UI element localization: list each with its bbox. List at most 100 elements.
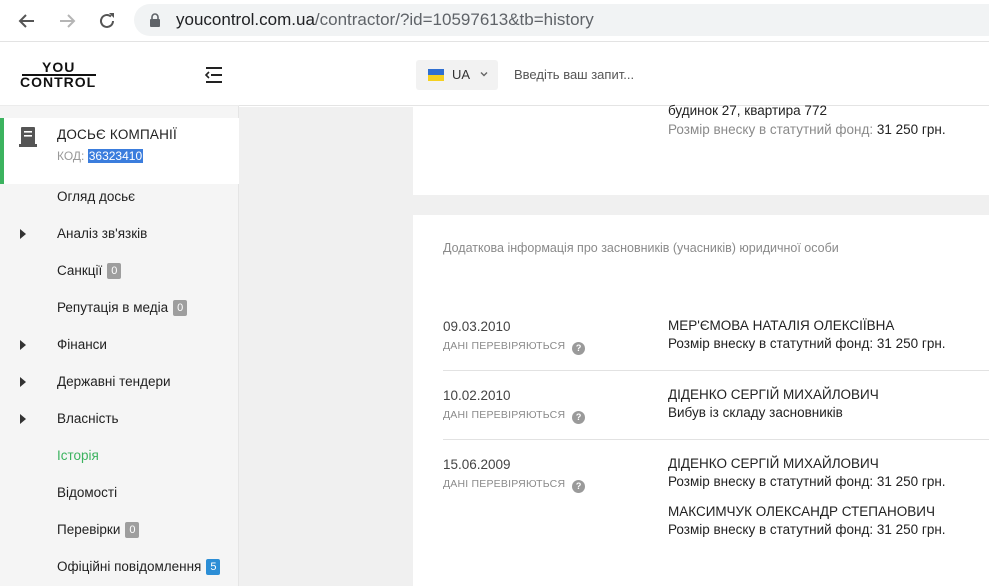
arrow-left-icon xyxy=(18,14,34,28)
sidebar-item[interactable]: Санкції 0 xyxy=(0,256,239,286)
section-title: Додаткова інформація про засновників (уч… xyxy=(443,241,839,255)
help-icon[interactable]: ? xyxy=(572,411,586,424)
verification-label: ДАНІ ПЕРЕВІРЯЮТЬСЯ xyxy=(443,340,566,352)
founders-card-previous: будинок 27, квартира 772 Розмір внеску в… xyxy=(413,103,989,195)
verification-status: ДАНІ ПЕРЕВІРЯЮТЬСЯ? xyxy=(443,340,586,355)
founders-history-card: Додаткова інформація про засновників (уч… xyxy=(413,215,989,586)
sidebar-item-label: Історія xyxy=(57,448,99,463)
founder-detail: Розмір внеску в статутний фонд: 31 250 г… xyxy=(668,522,946,537)
arrow-right-icon xyxy=(60,14,76,28)
sidebar-item-text: Перевірки xyxy=(57,522,121,537)
founder-name: МАКСИМЧУК ОЛЕКСАНДР СТЕПАНОВИЧ xyxy=(668,504,935,519)
sidebar-item[interactable]: Власність xyxy=(0,404,239,434)
sidebar-item[interactable]: Аналіз зв'язків xyxy=(0,219,239,249)
logo-bottom-text: CONTROL xyxy=(20,74,97,90)
collapse-menu-icon[interactable] xyxy=(204,66,224,84)
contribution-label: Розмір внеску в статутний фонд: xyxy=(668,122,874,137)
sidebar-item-label: Репутація в медіа 0 xyxy=(57,300,188,316)
help-icon[interactable]: ? xyxy=(572,480,586,493)
ukraine-flag-icon xyxy=(428,69,444,81)
caret-right-icon xyxy=(20,414,26,424)
sidebar-item[interactable]: Перевірки 0 xyxy=(0,515,239,545)
sidebar-item-label: Аналіз зв'язків xyxy=(57,226,147,241)
logo-top-text: YOU xyxy=(42,59,76,75)
sidebar-item-text: Державні тендери xyxy=(57,374,171,389)
sidebar-item[interactable]: Відомості xyxy=(0,478,239,508)
history-date: 10.02.2010 xyxy=(443,388,511,403)
address-tail: будинок 27, квартира 772 xyxy=(668,103,827,118)
sidebar-item[interactable]: Історія xyxy=(0,441,239,471)
company-dossier-title: ДОСЬЄ КОМПАНІЇ xyxy=(57,127,177,142)
logo-area: YOU CONTROL xyxy=(0,42,239,106)
company-dossier-header[interactable]: ДОСЬЄ КОМПАНІЇ КОД: 36323410 xyxy=(0,118,239,184)
sidebar-item-label: Санкції 0 xyxy=(57,263,122,279)
verification-status: ДАНІ ПЕРЕВІРЯЮТЬСЯ? xyxy=(443,409,586,424)
help-icon[interactable]: ? xyxy=(572,342,586,355)
caret-right-icon xyxy=(20,340,26,350)
count-badge: 0 xyxy=(173,300,188,316)
verification-status: ДАНІ ПЕРЕВІРЯЮТЬСЯ? xyxy=(443,478,586,493)
top-header: UA Введіть ваш запит... xyxy=(239,42,989,106)
founder-name: ДІДЕНКО СЕРГІЙ МИХАЙЛОВИЧ xyxy=(668,456,879,471)
verification-label: ДАНІ ПЕРЕВІРЯЮТЬСЯ xyxy=(443,409,566,421)
row-divider xyxy=(443,439,989,440)
sidebar-item-text: Фінанси xyxy=(57,337,107,352)
url-path: /contractor/?id=10597613&tb=history xyxy=(314,10,594,29)
sidebar-item[interactable]: Офіційні повідомлення 5 xyxy=(0,552,239,582)
sidebar-item[interactable]: Державні тендери xyxy=(0,367,239,397)
history-date: 15.06.2009 xyxy=(443,457,511,472)
sidebar-item-text: Відомості xyxy=(57,485,118,500)
lock-icon xyxy=(150,13,160,27)
count-badge: 0 xyxy=(125,522,140,538)
company-code-label: КОД: xyxy=(57,149,85,163)
url-text: youcontrol.com.ua/contractor/?id=1059761… xyxy=(176,10,594,30)
sidebar-item-label: Відомості xyxy=(57,485,117,500)
founder-detail: Розмір внеску в статутний фонд: 31 250 г… xyxy=(668,474,946,489)
founder-detail: Вибув із складу засновників xyxy=(668,405,843,420)
reload-button[interactable] xyxy=(93,7,121,35)
reload-icon xyxy=(100,13,114,28)
caret-right-icon xyxy=(20,377,26,387)
founder-name: ДІДЕНКО СЕРГІЙ МИХАЙЛОВИЧ xyxy=(668,387,879,402)
address-bar[interactable]: youcontrol.com.ua/contractor/?id=1059761… xyxy=(134,4,989,36)
sidebar: YOU CONTROL ДОСЬЄ КОМПАНІЇ КОД: 36323410… xyxy=(0,42,239,586)
contribution-line: Розмір внеску в статутний фонд: 31 250 г… xyxy=(668,122,946,137)
sidebar-item-label: Власність xyxy=(57,411,119,426)
count-badge: 0 xyxy=(107,263,122,279)
search-input[interactable]: Введіть ваш запит... xyxy=(514,67,634,82)
sidebar-item-text: Аналіз зв'язків xyxy=(57,226,148,241)
sidebar-item[interactable]: Фінанси xyxy=(0,330,239,360)
sidebar-item[interactable]: Огляд досьє xyxy=(0,182,239,212)
caret-right-icon xyxy=(20,229,26,239)
sidebar-item-text: Санкції xyxy=(57,263,103,278)
sidebar-item-label: Перевірки 0 xyxy=(57,522,140,538)
language-code: UA xyxy=(452,67,471,82)
chevron-down-icon xyxy=(480,72,488,77)
sidebar-item-text: Історія xyxy=(57,448,99,463)
row-divider xyxy=(443,370,989,371)
sidebar-item-text: Офіційні повідомлення xyxy=(57,559,202,574)
sidebar-item-text: Репутація в медіа xyxy=(57,300,169,315)
company-code-value: 36323410 xyxy=(87,149,144,163)
company-code: КОД: 36323410 xyxy=(57,149,144,163)
founder-detail: Розмір внеску в статутний фонд: 31 250 г… xyxy=(668,336,946,351)
forward-button[interactable] xyxy=(53,7,81,35)
verification-label: ДАНІ ПЕРЕВІРЯЮТЬСЯ xyxy=(443,478,566,490)
sidebar-item[interactable]: Репутація в медіа 0 xyxy=(0,293,239,323)
back-button[interactable] xyxy=(13,7,41,35)
sidebar-item-label: Державні тендери xyxy=(57,374,171,389)
url-host: youcontrol.com.ua xyxy=(176,10,315,29)
language-selector[interactable]: UA xyxy=(416,60,498,90)
sidebar-item-text: Огляд досьє xyxy=(57,189,136,204)
sidebar-item-text: Власність xyxy=(57,411,119,426)
founder-name: МЕР'ЄМОВА НАТАЛІЯ ОЛЕКСІЇВНА xyxy=(668,318,895,333)
count-badge: 5 xyxy=(206,559,221,575)
sidebar-item-label: Офіційні повідомлення 5 xyxy=(57,559,221,575)
sidebar-item-label: Фінанси xyxy=(57,337,107,352)
browser-toolbar: youcontrol.com.ua/contractor/?id=1059761… xyxy=(0,0,989,42)
logo[interactable]: YOU CONTROL xyxy=(20,58,98,94)
main-content: будинок 27, квартира 772 Розмір внеску в… xyxy=(239,103,989,586)
contribution-value: 31 250 грн. xyxy=(876,122,946,137)
history-date: 09.03.2010 xyxy=(443,319,511,334)
sidebar-item-label: Огляд досьє xyxy=(57,189,135,204)
